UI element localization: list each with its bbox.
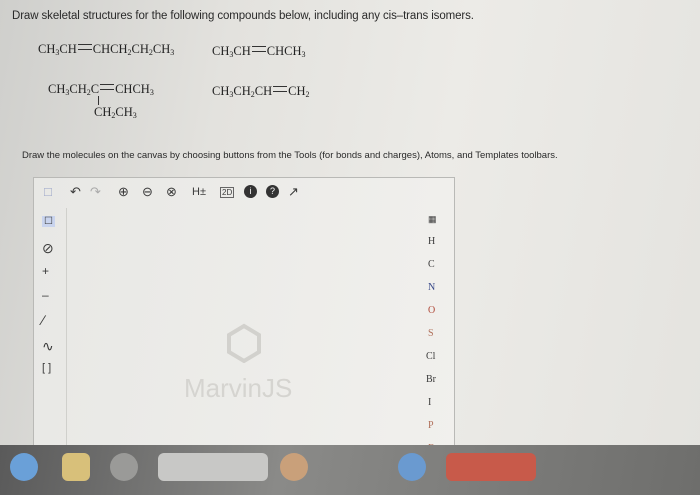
marvin-logo-icon xyxy=(227,323,261,363)
zoom-reset-icon[interactable]: ⊗ xyxy=(166,184,177,200)
atom-p-button[interactable]: P xyxy=(428,420,434,431)
fullscreen-icon[interactable]: ↗ xyxy=(288,184,299,200)
atom-n-button[interactable]: N xyxy=(428,282,435,293)
bracket-tool-icon[interactable]: [ ] xyxy=(42,362,51,374)
ie-icon[interactable] xyxy=(398,453,426,481)
atom-i-button[interactable]: I xyxy=(428,397,431,408)
compound-4: CH3CH2CH CH2 xyxy=(212,84,310,99)
marvin-watermark: MarvinJS xyxy=(184,373,293,403)
info-icon[interactable]: i xyxy=(244,185,257,198)
redo-icon[interactable]: ↷ xyxy=(90,184,101,200)
top-toolbar: □ ↶ ↷ ⊕ ⊖ ⊗ H± 2D i ? ↗ xyxy=(34,178,454,208)
erase-tool-icon[interactable]: ⊘ xyxy=(42,240,54,257)
periodic-table-icon[interactable]: ▦ xyxy=(428,214,437,225)
compound-3-branch: CH2CH3 xyxy=(94,105,137,120)
question-text: Draw skeletal structures for the followi… xyxy=(12,10,474,22)
atom-c-button[interactable]: C xyxy=(428,259,435,270)
atom-cl-button[interactable]: Cl xyxy=(426,351,435,362)
help-icon[interactable]: ? xyxy=(266,185,279,198)
compound-2: CH3CH CHCH3 xyxy=(212,44,306,59)
start-icon[interactable] xyxy=(10,453,38,481)
marvin-editor[interactable]: □ ↶ ↷ ⊕ ⊖ ⊗ H± 2D i ? ↗ ☐ ⊘ + – ∕ ∿ [ ] … xyxy=(33,177,455,484)
media-player-icon[interactable] xyxy=(110,453,138,481)
chrome-taskbar-item[interactable] xyxy=(158,453,268,481)
decrease-charge-icon[interactable]: – xyxy=(42,288,49,302)
single-bond-icon[interactable]: ∕ xyxy=(42,312,44,328)
atom-o-button[interactable]: O xyxy=(428,305,435,316)
taskbar xyxy=(0,445,700,495)
app-taskbar-icon[interactable] xyxy=(280,453,308,481)
atoms-toolbar: ▦ H C N O S Cl Br I P F xyxy=(414,208,454,483)
atom-br-button[interactable]: Br xyxy=(426,374,436,385)
pdf-taskbar-item[interactable] xyxy=(446,453,536,481)
atom-s-button[interactable]: S xyxy=(428,328,434,339)
clean-2d-button[interactable]: 2D xyxy=(220,187,235,198)
atom-h-button[interactable]: H xyxy=(428,236,435,247)
chain-tool-icon[interactable]: ∿ xyxy=(42,338,54,355)
instructions-text: Draw the molecules on the canvas by choo… xyxy=(22,150,558,161)
left-toolbar: ☐ ⊘ + – ∕ ∿ [ ] xyxy=(34,208,67,483)
h-toggle-button[interactable]: H± xyxy=(192,186,206,198)
compound-1: CH3CH CHCH2CH2CH3 xyxy=(38,42,175,57)
compound-3: CH3CH2C CHCH3 xyxy=(48,82,154,97)
select-tool-icon[interactable]: ☐ xyxy=(42,216,55,227)
undo-icon[interactable]: ↶ xyxy=(70,184,81,200)
zoom-out-icon[interactable]: ⊖ xyxy=(142,184,153,200)
branch-bond xyxy=(98,96,99,105)
increase-charge-icon[interactable]: + xyxy=(42,264,49,278)
new-document-icon[interactable]: □ xyxy=(44,184,52,199)
zoom-in-icon[interactable]: ⊕ xyxy=(118,184,129,200)
file-explorer-icon[interactable] xyxy=(62,453,90,481)
